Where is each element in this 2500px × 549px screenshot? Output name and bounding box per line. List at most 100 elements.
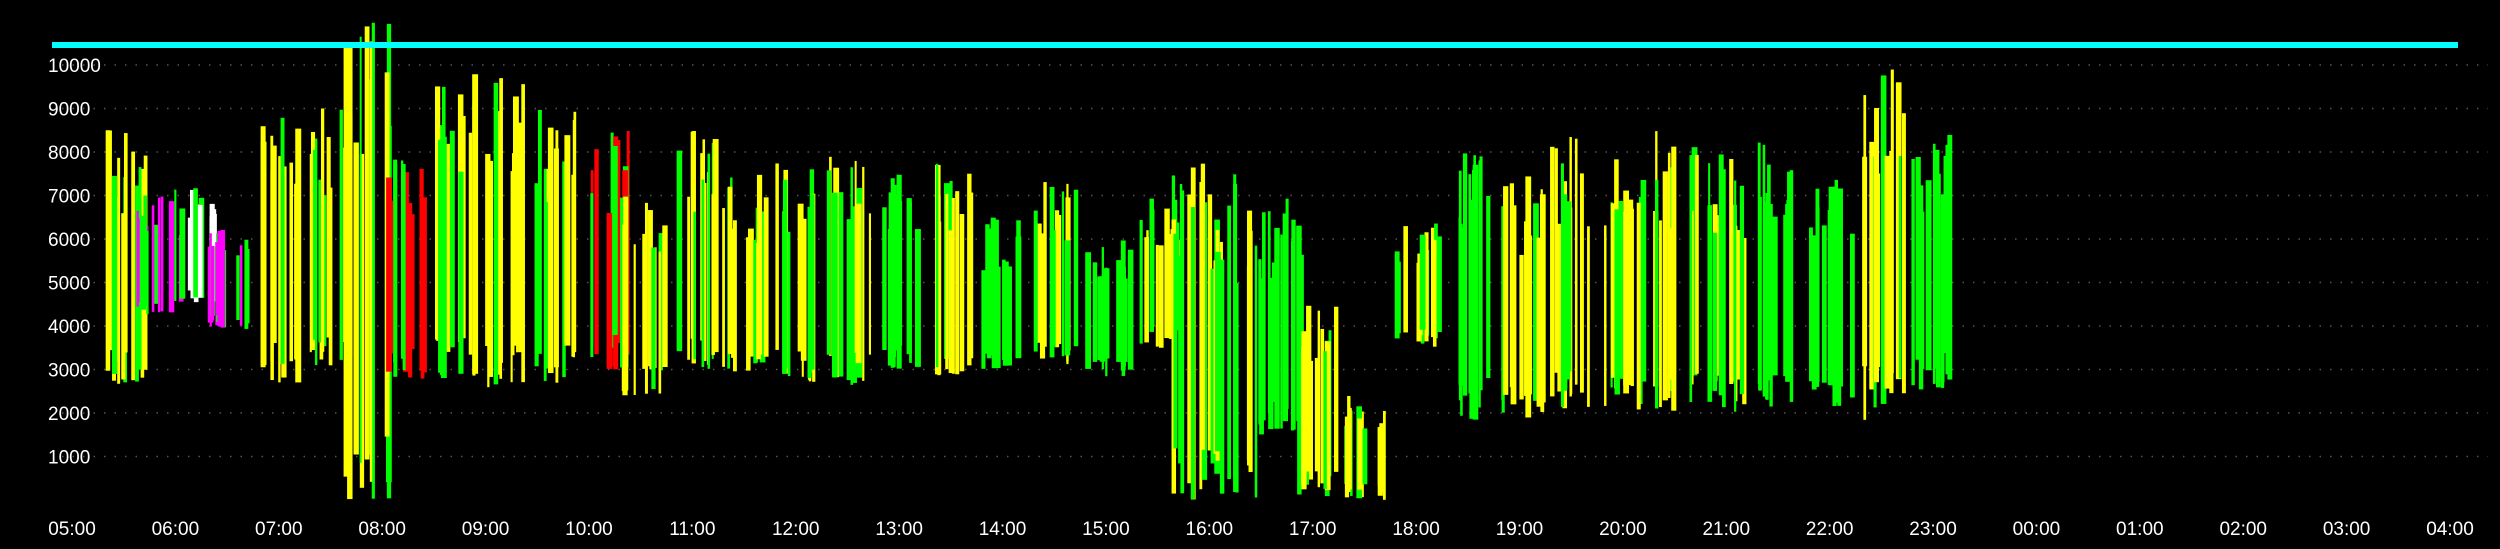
data-streak bbox=[534, 183, 539, 367]
data-streak bbox=[707, 153, 711, 369]
data-streak bbox=[499, 136, 503, 379]
data-streak bbox=[246, 249, 250, 324]
data-streak bbox=[1377, 427, 1382, 486]
data-segment bbox=[1550, 137, 1590, 409]
data-streak bbox=[313, 149, 317, 340]
x-tick-label: 03:00 bbox=[2323, 519, 2371, 540]
x-tick-label: 06:00 bbox=[152, 519, 200, 540]
y-tick-label: 7000 bbox=[48, 187, 90, 208]
x-tick-label: 18:00 bbox=[1392, 519, 1440, 540]
x-tick-label: 09:00 bbox=[462, 519, 510, 540]
data-streak bbox=[1529, 235, 1533, 395]
data-streak bbox=[955, 191, 960, 375]
data-streak bbox=[1233, 183, 1238, 493]
data-streak bbox=[1654, 179, 1659, 409]
spectrogram-chart: 1000 2000 3000 4000 5000 6000 7000 8000 9000 1000… bbox=[0, 0, 2500, 549]
x-tick-label: 12:00 bbox=[772, 519, 820, 540]
data-streak bbox=[1015, 236, 1022, 359]
data-streak bbox=[1915, 157, 1921, 360]
x-tick-label: 10:00 bbox=[565, 519, 613, 540]
data-streak bbox=[1002, 261, 1009, 366]
y-tick-label: 2000 bbox=[48, 404, 90, 425]
data-streak bbox=[187, 217, 192, 291]
data-streak bbox=[1043, 182, 1047, 347]
data-streak bbox=[1757, 142, 1761, 385]
data-streak bbox=[1271, 262, 1277, 402]
data-streak bbox=[1932, 143, 1936, 384]
data-streak bbox=[1215, 251, 1221, 452]
x-tick-label: 20:00 bbox=[1599, 519, 1647, 540]
data-streak bbox=[1922, 211, 1925, 369]
data-streak bbox=[1125, 278, 1128, 362]
data-streak bbox=[1636, 202, 1641, 410]
data-streak bbox=[1739, 185, 1745, 395]
x-tick-label: 16:00 bbox=[1186, 519, 1234, 540]
data-streak bbox=[1712, 232, 1718, 391]
data-streak bbox=[1630, 208, 1634, 387]
data-streak bbox=[1297, 355, 1302, 495]
data-streak bbox=[1267, 211, 1271, 414]
data-streak bbox=[1460, 223, 1463, 416]
data-streak bbox=[1052, 230, 1056, 347]
data-streak bbox=[117, 157, 121, 384]
data-streak bbox=[893, 215, 896, 367]
data-streak bbox=[1144, 237, 1149, 343]
data-streak bbox=[1121, 253, 1126, 376]
data-streak bbox=[472, 101, 476, 376]
data-streak bbox=[687, 196, 691, 360]
data-streak bbox=[1073, 189, 1079, 347]
data-streak bbox=[140, 215, 146, 310]
data-streak bbox=[1772, 216, 1778, 376]
data-streak bbox=[1247, 210, 1253, 466]
data-streak bbox=[1155, 244, 1159, 347]
data-streak bbox=[289, 162, 294, 362]
data-streak bbox=[782, 179, 788, 369]
data-streak bbox=[420, 231, 425, 379]
data-streak bbox=[1348, 407, 1352, 490]
data-streak bbox=[1901, 113, 1906, 394]
data-streak bbox=[493, 82, 499, 385]
x-tick-label: 01:00 bbox=[2116, 519, 2164, 540]
data-streak bbox=[787, 231, 791, 377]
data-streak bbox=[458, 171, 464, 374]
data-streak bbox=[1821, 225, 1827, 383]
x-tick-label: 05:00 bbox=[48, 519, 96, 540]
data-streak bbox=[105, 130, 111, 371]
data-streak bbox=[547, 127, 554, 374]
data-streak bbox=[756, 174, 763, 355]
data-streak bbox=[1911, 158, 1915, 386]
data-streak bbox=[1323, 351, 1327, 489]
data-streak bbox=[1254, 245, 1258, 498]
data-streak bbox=[468, 132, 473, 355]
data-streak bbox=[1863, 95, 1867, 420]
data-streak bbox=[1587, 226, 1590, 407]
data-streak bbox=[1623, 211, 1627, 386]
data-streak bbox=[1554, 148, 1558, 373]
data-streak bbox=[846, 219, 852, 381]
data-streak bbox=[236, 255, 240, 321]
data-streak bbox=[1282, 213, 1289, 422]
data-streak bbox=[935, 163, 939, 368]
data-streak bbox=[1398, 261, 1401, 334]
data-streak bbox=[1884, 155, 1890, 389]
data-streak bbox=[544, 202, 549, 369]
data-streak bbox=[282, 175, 285, 363]
data-streak bbox=[339, 109, 343, 360]
data-streak bbox=[260, 141, 267, 366]
data-streak bbox=[1604, 225, 1607, 406]
data-streak bbox=[746, 237, 751, 371]
top-band bbox=[52, 42, 2458, 48]
x-tick-label: 14:00 bbox=[979, 519, 1027, 540]
data-streak bbox=[811, 194, 815, 370]
data-streak bbox=[1674, 155, 1677, 379]
data-streak bbox=[1718, 154, 1724, 396]
data-streak bbox=[701, 179, 705, 368]
data-streak bbox=[1503, 186, 1509, 395]
data-streak bbox=[662, 225, 668, 368]
x-tick-label: 19:00 bbox=[1496, 519, 1544, 540]
x-tick-label: 07:00 bbox=[255, 519, 303, 540]
data-streak bbox=[160, 196, 164, 312]
data-streak bbox=[1579, 173, 1584, 393]
data-streak bbox=[518, 122, 523, 353]
data-streak bbox=[651, 247, 656, 390]
